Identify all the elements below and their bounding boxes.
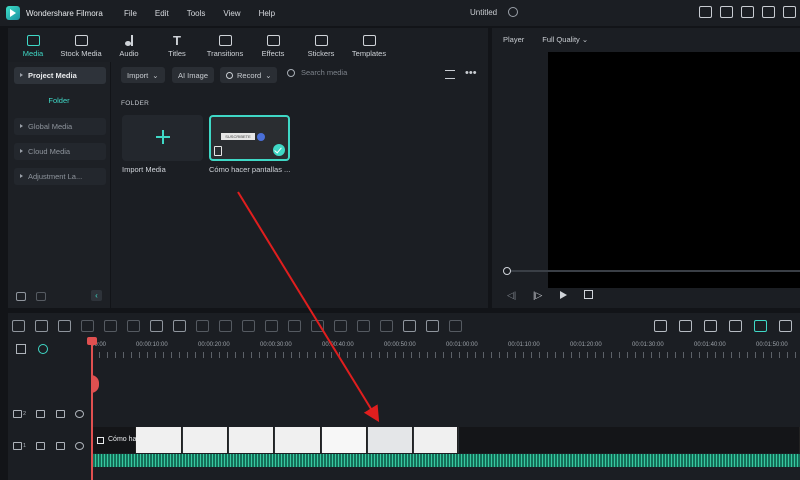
annotation-arrow bbox=[237, 191, 380, 423]
